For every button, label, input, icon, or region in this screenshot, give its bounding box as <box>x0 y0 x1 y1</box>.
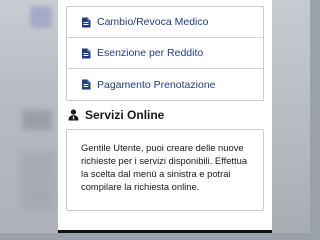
background-blur-icon <box>30 6 52 28</box>
user-icon <box>68 109 79 121</box>
bottom-bar <box>58 230 272 233</box>
background-blur-shape <box>22 110 52 130</box>
file-icon <box>82 17 91 27</box>
content-panel: Cambio/Revoca Medico Esenzione per Reddi… <box>58 0 272 230</box>
background-blur-shape <box>20 150 56 210</box>
services-message: Gentile Utente, puoi creare delle nuove … <box>81 142 248 192</box>
services-heading: Servizi Online <box>68 108 164 122</box>
link-label: Cambio/Revoca Medico <box>97 16 209 28</box>
service-links-list: Cambio/Revoca Medico Esenzione per Reddi… <box>66 6 264 101</box>
background-right <box>272 0 310 233</box>
services-title: Servizi Online <box>85 108 165 122</box>
services-info-box: Gentile Utente, puoi creare delle nuove … <box>66 129 264 211</box>
file-icon <box>82 79 91 90</box>
link-esenzione-per-reddito[interactable]: Esenzione per Reddito <box>67 38 263 69</box>
link-cambio-revoca-medico[interactable]: Cambio/Revoca Medico <box>67 7 263 38</box>
link-label: Pagamento Prenotazione <box>97 78 216 91</box>
file-icon <box>82 48 91 58</box>
link-label: Esenzione per Reddito <box>97 47 204 59</box>
link-pagamento-prenotazione[interactable]: Pagamento Prenotazione <box>67 69 263 100</box>
